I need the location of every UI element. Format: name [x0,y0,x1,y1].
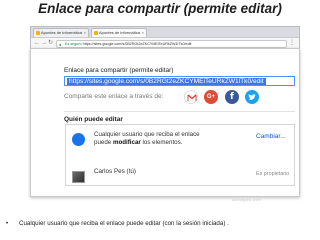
section-divider [64,111,295,112]
gmail-icon[interactable] [184,90,198,104]
browser-tab-1[interactable]: Apuntes de informática × [33,28,89,37]
forward-icon[interactable]: → [41,39,47,47]
permission-modify-word: modificar [112,139,141,146]
tab-label: Apuntes de informática [41,30,82,35]
browser-tab-2[interactable]: Apuntes de informática × [91,28,147,37]
back-icon[interactable]: ← [34,39,40,47]
avatar [72,171,85,183]
owner-role: Es propietario [256,171,290,177]
permission-description: Cualquier usuario que reciba el enlace p… [94,131,224,147]
tab-close-icon[interactable]: × [142,29,144,37]
permission-line-1: Cualquier usuario que reciba el enlace [94,131,200,138]
share-link-value[interactable]: https://sites.google.com/s/0B2RGt2eZKCYM… [67,78,266,85]
reload-icon[interactable]: ↻ [48,39,53,47]
browser-menu-icon[interactable]: ⋮ [289,39,295,47]
watermark: carlospes.com [232,198,262,202]
site-favicon-icon [36,31,40,35]
share-link-field[interactable]: https://sites.google.com/s/0B2RGt2eZKCYM… [64,76,295,86]
address-bar[interactable]: ● Es seguro https://sites.google.com/s/0… [56,39,287,48]
permissions-box: Cualquier usuario que reciba el enlace p… [65,124,295,186]
tab-label: Apuntes de informática [99,30,140,35]
change-permission-link[interactable]: Cambiar... [256,133,286,140]
slide-title: Enlace para compartir (permite editar) [38,1,282,16]
globe-icon [72,133,85,146]
twitter-icon[interactable] [245,90,259,104]
share-via-label: Comparte este enlace a través de: [64,93,164,100]
slide-caption: Cualquier usuario que reciba el enlace p… [19,220,229,227]
address-row: ← → ↻ ● Es seguro https://sites.google.c… [31,37,299,48]
browser-chrome: Apuntes de informática × Apuntes de info… [30,26,300,48]
who-can-edit-title: Quién puede editar [64,116,123,123]
site-favicon-icon [94,31,98,35]
facebook-icon[interactable]: f [225,90,239,104]
secure-label: Es seguro [65,41,82,46]
google-plus-icon[interactable]: G+ [204,90,218,104]
permission-line-2-post: los elementos. [140,139,183,146]
share-dialog: Enlace para compartir (permite editar) h… [30,48,300,197]
dialog-title: Enlace para compartir (permite editar) [64,67,174,74]
lock-icon: ● [59,41,62,47]
tab-close-icon[interactable]: × [84,29,86,37]
owner-name: Carlos Pes (tú) [94,168,136,175]
address-url: https://sites.google.com/s/0B2RGt2eZKCYM… [82,41,192,46]
permission-line-2-pre: puede [94,139,113,146]
bullet-icon: • [6,220,9,227]
